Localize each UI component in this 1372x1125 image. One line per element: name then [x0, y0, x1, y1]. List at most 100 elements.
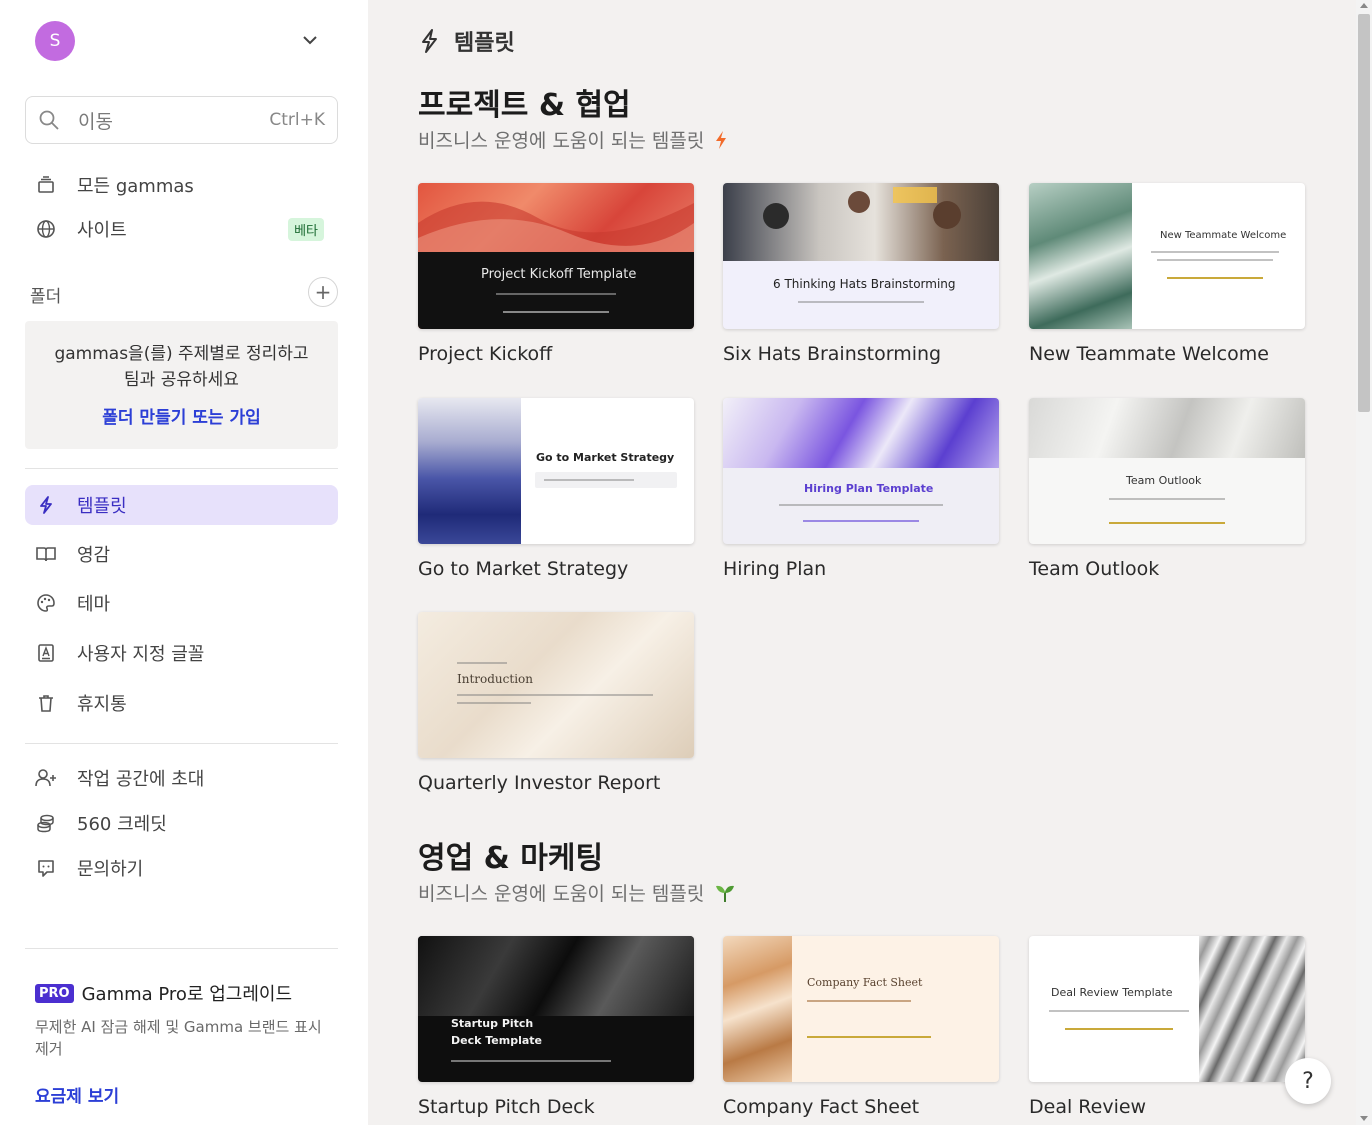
nav-custom-fonts-label: 사용자 지정 글꼴	[77, 644, 205, 665]
template-thumbnail: Project Kickoff Template	[418, 183, 694, 329]
section-title: 영업 & 마케팅	[418, 841, 604, 876]
template-thumbnail: Introduction	[418, 612, 694, 758]
thumbnail-text-line	[1049, 1010, 1189, 1012]
template-card-startup-pitch[interactable]: Startup Pitch Deck Template Startup Pitc…	[418, 936, 694, 1118]
workspace-avatar[interactable]: S	[35, 21, 75, 61]
template-thumbnail: Hiring Plan Template	[723, 398, 999, 544]
thumbnail-text-line	[1157, 259, 1273, 261]
bolt-icon	[35, 494, 57, 516]
nav-contact[interactable]: 문의하기	[25, 848, 338, 888]
view-plans-link[interactable]: 요금제 보기	[35, 1082, 119, 1107]
thumbnail-title: Deal Review Template	[1051, 986, 1173, 999]
nav-templates-label: 템플릿	[77, 496, 127, 517]
pro-badge: PRO	[35, 983, 74, 1003]
scroll-up-arrow-icon[interactable]	[1360, 3, 1368, 8]
thumbnail-text-line	[803, 520, 919, 522]
pro-title: Gamma Pro로 업그레이드	[81, 984, 293, 1005]
template-thumbnail: Startup Pitch Deck Template	[418, 936, 694, 1082]
nav-invite-label: 작업 공간에 초대	[77, 769, 205, 790]
nav-sites-label: 사이트	[77, 220, 127, 241]
nav-themes[interactable]: 테마	[25, 583, 338, 623]
thumbnail-text-line	[779, 504, 943, 506]
nav-credits-label: 560 크레딧	[77, 814, 167, 835]
thumbnail-title: Company Fact Sheet	[807, 976, 923, 989]
nav-themes-label: 테마	[77, 594, 111, 615]
template-card-quarterly-investor[interactable]: Introduction Quarterly Investor Report	[418, 612, 694, 794]
nav-contact-label: 문의하기	[77, 859, 144, 880]
beta-badge: 베타	[288, 217, 324, 241]
pro-description: 무제한 AI 잠금 해제 및 Gamma 브랜드 표시 제거	[35, 1018, 322, 1058]
nav-custom-fonts[interactable]: 사용자 지정 글꼴	[25, 633, 338, 673]
template-card-project-kickoff[interactable]: Project Kickoff Template Project Kickoff	[418, 183, 694, 365]
page-header: 템플릿	[418, 25, 515, 57]
thumbnail-title: Startup Pitch	[451, 1017, 534, 1030]
template-card-go-to-market[interactable]: Go to Market Strategy Go to Market Strat…	[418, 398, 694, 580]
template-label: Project Kickoff	[418, 343, 553, 365]
divider	[25, 468, 338, 469]
template-card-six-hats[interactable]: 6 Thinking Hats Brainstorming Six Hats B…	[723, 183, 999, 365]
nav-credits[interactable]: 560 크레딧	[25, 803, 338, 843]
palette-icon	[35, 592, 57, 614]
template-card-hiring-plan[interactable]: Hiring Plan Template Hiring Plan	[723, 398, 999, 580]
seedling-emoji-icon	[716, 885, 735, 902]
thumbnail-title: Go to Market Strategy	[536, 451, 675, 464]
nav-templates[interactable]: 템플릿	[25, 485, 338, 525]
search-bar[interactable]: 이동 Ctrl+K	[25, 96, 338, 144]
page-title: 템플릿	[454, 31, 515, 56]
create-folder-link[interactable]: 폴더 만들기 또는 가입	[25, 403, 338, 428]
help-button[interactable]: ?	[1285, 1058, 1331, 1104]
template-card-deal-review[interactable]: Deal Review Template Deal Review	[1029, 936, 1305, 1118]
thumbnail-title: Project Kickoff Template	[481, 267, 637, 282]
thumbnail-title: New Teammate Welcome	[1160, 230, 1287, 241]
main-content: 템플릿 프로젝트 & 협업 비즈니스 운영에 도움이 되는 템플릿 Projec…	[368, 0, 1356, 1125]
bolt-icon	[422, 29, 437, 53]
template-card-company-fact-sheet[interactable]: Company Fact Sheet Company Fact Sheet	[723, 936, 999, 1118]
section-subtitle-text: 비즈니스 운영에 도움이 되는 템플릿	[418, 130, 705, 152]
thumbnail-title: Team Outlook	[1126, 474, 1202, 487]
template-label: Six Hats Brainstorming	[723, 343, 942, 365]
chevron-down-icon[interactable]	[300, 30, 320, 50]
thumbnail-text-line	[457, 662, 507, 664]
template-card-new-teammate[interactable]: New Teammate Welcome New Teammate Welcom…	[1029, 183, 1305, 365]
nav-all-gammas[interactable]: 모든 gammas	[25, 165, 338, 205]
template-thumbnail: Go to Market Strategy	[418, 398, 694, 544]
folders-label: 폴더	[30, 287, 62, 307]
nav-sites[interactable]: 사이트 베타	[25, 209, 338, 249]
stack-icon	[35, 174, 57, 196]
template-label: Deal Review	[1029, 1096, 1147, 1118]
thumbnail-text-line	[544, 479, 634, 481]
thumbnail-title: 6 Thinking Hats Brainstorming	[773, 277, 956, 291]
thumbnail-text-line	[451, 1060, 611, 1062]
sidebar: S 이동 Ctrl+K 모든 gammas 사이트 베타 폴더 + gammas…	[0, 0, 368, 1125]
folders-empty-line1: gammas을(를) 주제별로 정리하고	[54, 344, 309, 364]
globe-icon	[35, 218, 57, 240]
add-folder-button[interactable]: +	[308, 277, 338, 307]
nav-trash[interactable]: 휴지통	[25, 683, 338, 723]
scrollbar[interactable]	[1356, 0, 1372, 1125]
template-thumbnail: New Teammate Welcome	[1029, 183, 1305, 329]
nav-inspiration[interactable]: 영감	[25, 534, 338, 574]
search-icon	[39, 110, 59, 130]
section-subtitle: 비즈니스 운영에 도움이 되는 템플릿	[418, 126, 728, 153]
search-shortcut: Ctrl+K	[269, 110, 325, 130]
thumbnail-text-line	[1109, 522, 1225, 524]
thumbnail-text-line	[1109, 498, 1225, 500]
template-label: Go to Market Strategy	[418, 558, 629, 580]
scroll-down-arrow-icon[interactable]	[1360, 1116, 1368, 1121]
section-title: 프로젝트 & 협업	[418, 88, 631, 123]
template-label: Hiring Plan	[723, 558, 827, 580]
template-card-team-outlook[interactable]: Team Outlook Team Outlook	[1029, 398, 1305, 580]
template-thumbnail: Company Fact Sheet	[723, 936, 999, 1082]
template-label: Company Fact Sheet	[723, 1096, 920, 1118]
nav-invite[interactable]: 작업 공간에 초대	[25, 758, 338, 798]
divider	[25, 948, 338, 949]
folders-empty-state: gammas을(를) 주제별로 정리하고 팀과 공유하세요 폴더 만들기 또는 …	[25, 321, 338, 449]
nav-trash-label: 휴지통	[77, 694, 127, 715]
thumbnail-title-line2: Deck Template	[451, 1034, 543, 1047]
divider	[25, 743, 338, 744]
pro-upgrade[interactable]: PRO Gamma Pro로 업그레이드	[35, 980, 292, 1006]
thumbnail-text-line	[457, 702, 531, 704]
thumbnail-text-line	[807, 1000, 911, 1002]
scrollbar-thumb[interactable]	[1358, 14, 1370, 412]
folders-empty-line2: 팀과 공유하세요	[124, 370, 239, 390]
